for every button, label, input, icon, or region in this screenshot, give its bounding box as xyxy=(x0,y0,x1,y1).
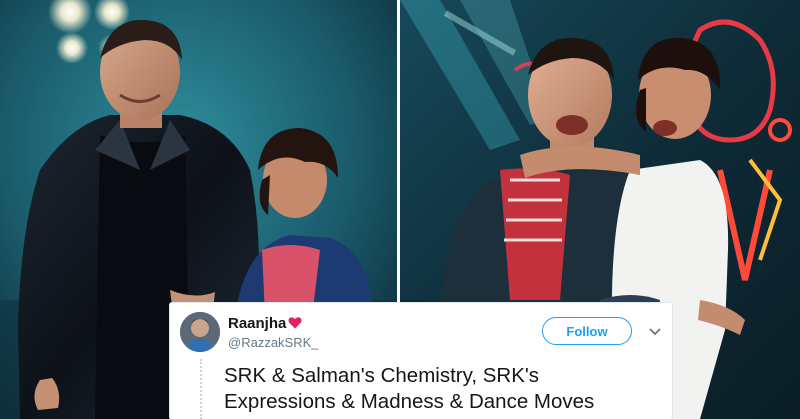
meme-collage: Raanjha @RazzakSRK_ Follow SRK & Salman'… xyxy=(0,0,800,419)
heart-icon xyxy=(288,316,302,333)
display-name[interactable]: Raanjha xyxy=(228,315,302,333)
avatar-image xyxy=(180,312,220,352)
follow-button[interactable]: Follow xyxy=(542,317,632,345)
thread-line xyxy=(200,359,202,419)
chevron-down-icon[interactable] xyxy=(648,324,662,338)
tweet-text-line: Expressions & Madness & Dance Moves xyxy=(224,390,595,413)
display-name-text: Raanjha xyxy=(228,315,287,332)
tweet-card: Raanjha @RazzakSRK_ Follow SRK & Salman'… xyxy=(170,303,672,419)
tweet-text-line: SRK & Salman's Chemistry, SRK's xyxy=(224,364,540,387)
user-handle[interactable]: @RazzakSRK_ xyxy=(228,335,319,350)
avatar[interactable] xyxy=(180,312,220,352)
tweet-text: SRK & Salman's Chemistry, SRK's Expressi… xyxy=(224,363,670,415)
